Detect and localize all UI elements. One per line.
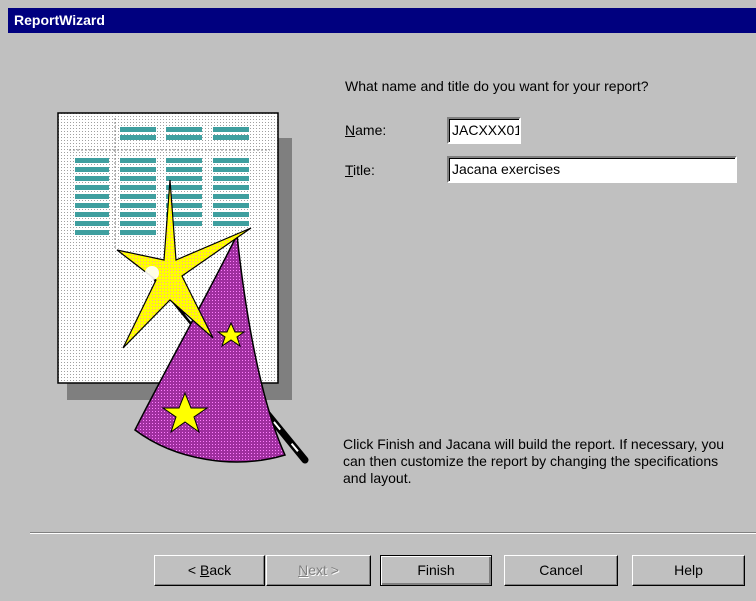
back-button[interactable]: < Back — [154, 555, 265, 586]
cancel-button[interactable]: Cancel — [504, 555, 618, 586]
window-title: ReportWizard — [14, 12, 105, 28]
title-label: Title: — [345, 162, 375, 178]
form-prompt: What name and title do you want for your… — [345, 78, 649, 94]
name-label: Name: — [345, 122, 386, 138]
title-input[interactable]: Jacana exercises — [447, 156, 737, 183]
next-button-accel: N — [298, 562, 309, 578]
title-bar[interactable]: ReportWizard — [8, 8, 756, 33]
name-label-accel: N — [345, 122, 356, 138]
back-button-rest: ack — [209, 562, 232, 578]
title-label-accel: T — [345, 162, 354, 178]
help-button[interactable]: Help — [632, 555, 745, 586]
back-button-prefix: < — [187, 562, 200, 578]
report-wizard-icon — [55, 110, 315, 470]
divider — [30, 532, 756, 534]
next-button-rest: ext > — [308, 562, 339, 578]
next-button[interactable]: Next > — [266, 555, 371, 586]
report-wizard-window: ReportWizard What name and title do you … — [0, 0, 756, 601]
title-label-rest: itle: — [353, 162, 375, 178]
finish-button[interactable]: Finish — [380, 555, 492, 586]
back-button-accel: B — [199, 562, 210, 578]
name-input[interactable]: JACXXX01 — [447, 117, 521, 144]
finish-info-text: Click Finish and Jacana will build the r… — [343, 436, 725, 486]
name-label-rest: ame: — [355, 122, 387, 138]
